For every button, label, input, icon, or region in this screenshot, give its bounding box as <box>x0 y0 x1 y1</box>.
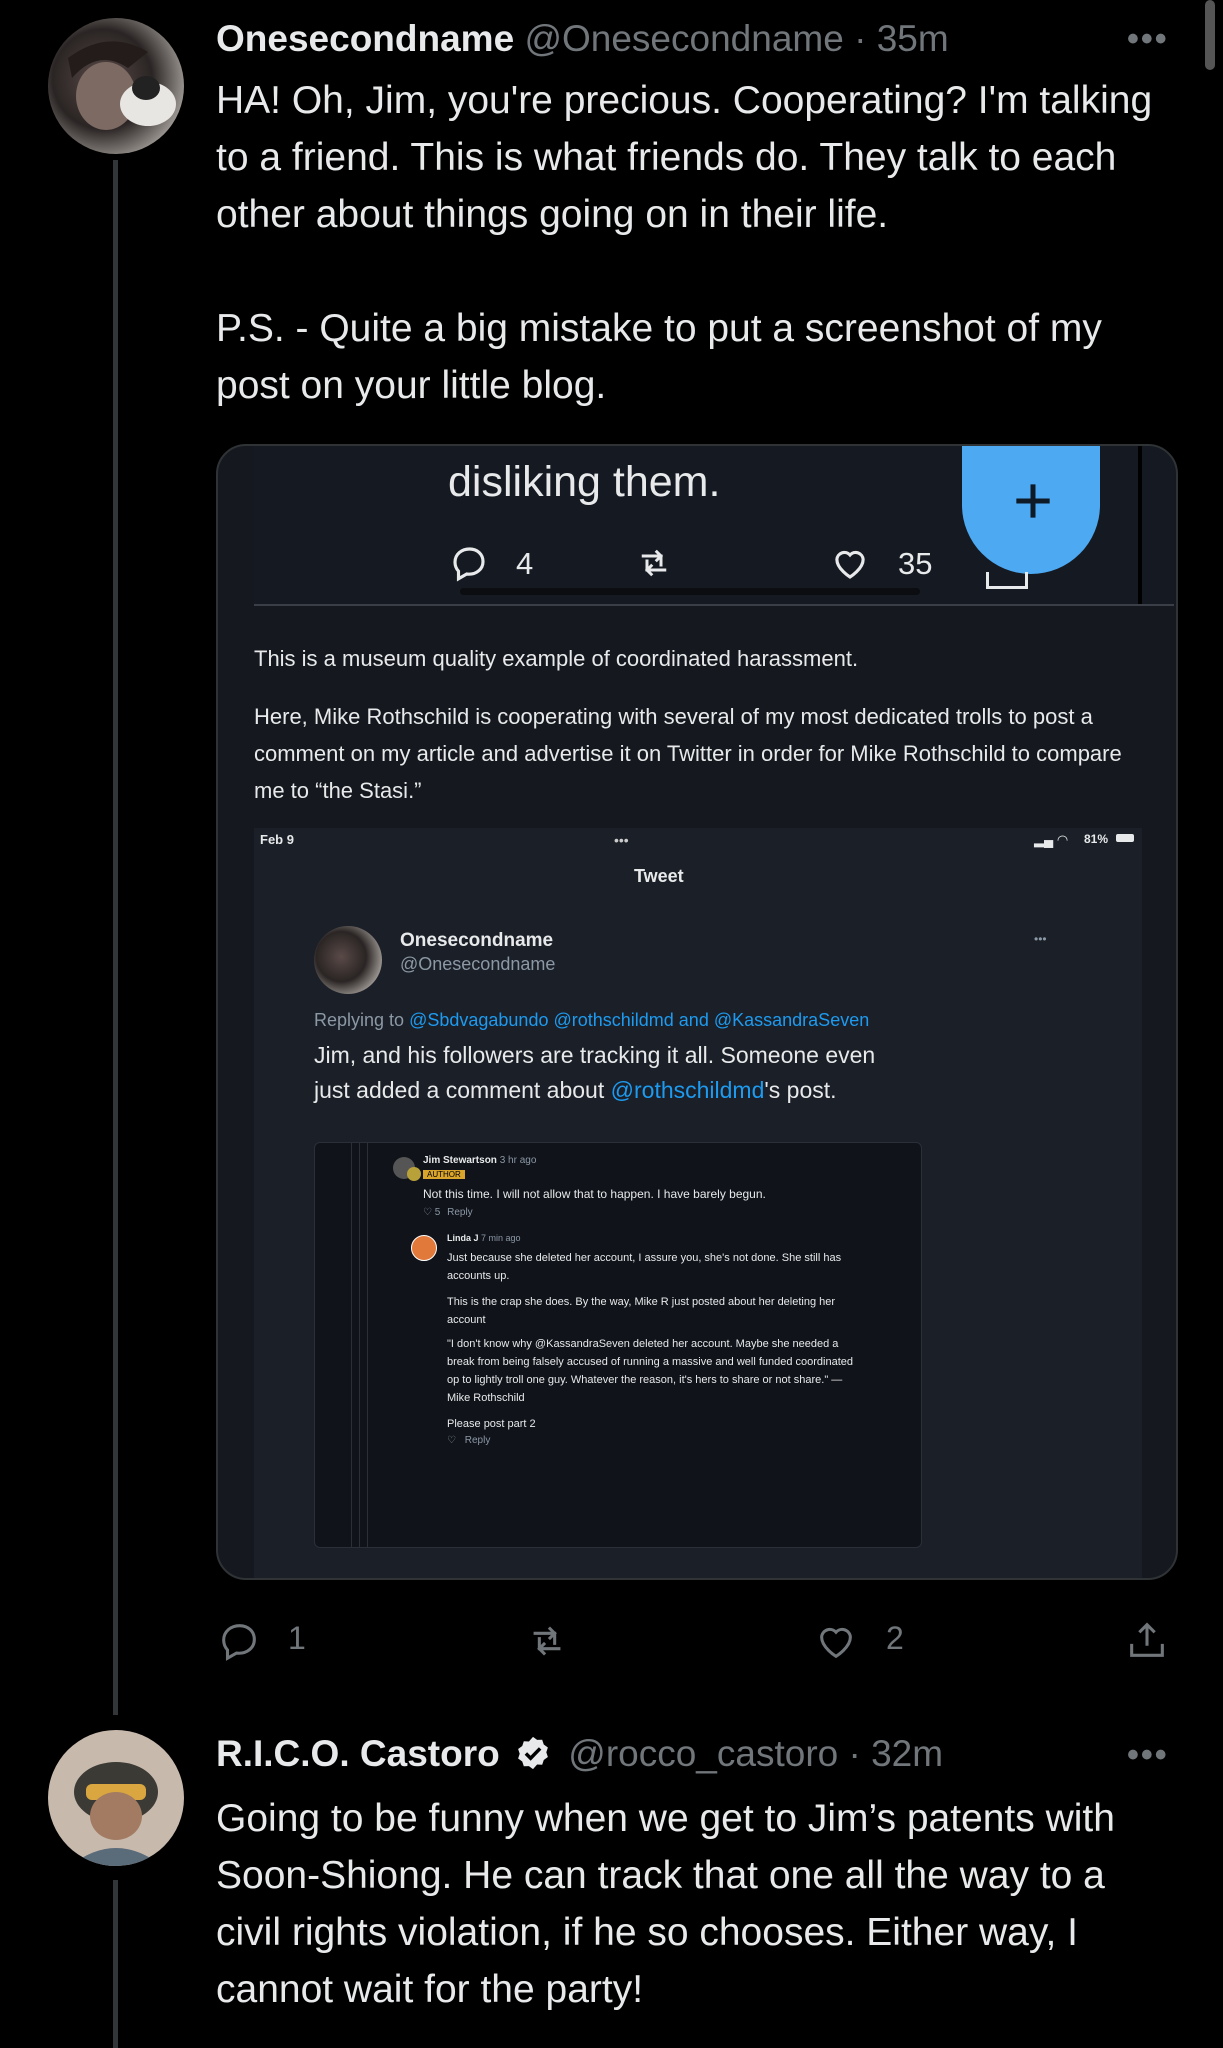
comment-actions: ♡ Reply <box>447 1435 490 1446</box>
like-count: 2 <box>886 1620 904 1656</box>
comment-text: "I don't know why @KassandraSeven delete… <box>447 1338 854 1404</box>
battery-percent: 81% <box>1084 832 1109 846</box>
display-name[interactable]: Onesecondname <box>216 18 514 59</box>
reply-count: 4 <box>516 546 534 581</box>
share-icon-partial <box>986 572 1028 589</box>
reply-link: Reply <box>464 1435 491 1446</box>
phone-screenshot: Feb 9 ••• ▂▄ ◠ 81% Tweet Onesecondname @… <box>254 828 1142 1578</box>
tweet-text: Jim, and his followers are tracking it a… <box>314 1038 914 1108</box>
battery-icon <box>1116 834 1134 842</box>
more-options-icon[interactable]: ••• <box>1127 20 1169 59</box>
embedded-top-text: disliking them. <box>448 458 721 506</box>
blog-paragraph: Here, Mike Rothschild is cooperating wit… <box>254 704 1122 803</box>
verified-badge-icon <box>518 1736 548 1770</box>
attached-image[interactable]: disliking them. 4 35 This is a museum qu… <box>216 444 1178 1580</box>
replying-label: Replying to <box>314 1010 405 1030</box>
divider <box>1138 446 1142 604</box>
avatar-image <box>68 41 176 130</box>
more-options-icon[interactable]: ••• <box>1127 1736 1169 1775</box>
reply-link: Reply <box>447 1207 473 1218</box>
comment-thread-line <box>359 1143 360 1547</box>
more-options-icon: ••• <box>1034 932 1047 946</box>
tweet-text: HA! Oh, Jim, you're precious. Cooperatin… <box>216 79 1153 407</box>
comment-time: 3 hr ago <box>499 1155 537 1166</box>
retweet-icon[interactable] <box>522 1618 572 1664</box>
avatar-image <box>70 1762 162 1866</box>
comment-likes: 5 <box>434 1207 441 1218</box>
status-dots: ••• <box>614 832 629 848</box>
comment-text: Not this time. I will not allow that to … <box>423 1187 766 1201</box>
avatar[interactable] <box>48 18 184 154</box>
reply-icon[interactable] <box>216 1618 262 1664</box>
share-icon[interactable] <box>1124 1616 1170 1664</box>
author-badge: AUTHOR <box>423 1170 465 1179</box>
avatar[interactable] <box>48 1730 184 1866</box>
reply-icon <box>453 547 485 582</box>
comment-time: 7 min ago <box>481 1233 521 1243</box>
heart-icon <box>835 550 865 579</box>
handle[interactable]: @rocco_castoro <box>568 1733 838 1774</box>
comment-text: This is the crap she does. By the way, M… <box>447 1296 836 1326</box>
handle[interactable]: @Onesecondname <box>524 18 843 59</box>
comment-text: Just because she deleted her account, I … <box>447 1252 842 1282</box>
display-name: Onesecondname <box>400 930 554 951</box>
blog-paragraph: This is a museum quality example of coor… <box>254 646 859 671</box>
timestamp[interactable]: · 35m <box>854 18 949 59</box>
like-count: 35 <box>898 546 933 581</box>
comment-author: Jim Stewartson 3 hr ago <box>423 1155 536 1166</box>
body-post: 's post. <box>764 1077 837 1103</box>
avatar <box>314 926 382 994</box>
page-header-title: Tweet <box>634 866 684 886</box>
retweet-icon <box>641 549 667 577</box>
comment-name: Jim Stewartson <box>423 1155 497 1166</box>
avatar-badge <box>407 1167 421 1181</box>
wifi-icon: ▂▄ ◠ <box>1034 832 1069 847</box>
status-date: Feb 9 <box>260 832 294 847</box>
heart-icon: ♡ <box>447 1435 456 1446</box>
thread-line <box>113 1880 118 2048</box>
replying-last: @KassandraSeven <box>713 1010 870 1030</box>
comments-box: Jim Stewartson 3 hr ago AUTHOR Not this … <box>314 1142 922 1548</box>
replying-handles: @Sbdvagabundo @rothschildmd <box>409 1010 674 1030</box>
replying-to: Replying to @Sbdvagabundo @rothschildmd … <box>314 1010 869 1031</box>
scrollbar[interactable] <box>1205 0 1215 70</box>
comment-text: Please post part 2 <box>447 1418 536 1430</box>
comment-thread-line <box>351 1143 352 1547</box>
comment-actions: ♡ 5 Reply <box>423 1207 473 1218</box>
reply-count: 1 <box>288 1620 306 1656</box>
home-indicator <box>460 588 920 595</box>
tweet-text: Going to be funny when we get to Jim’s p… <box>216 1797 1126 2011</box>
comment-author: Linda J 7 min ago <box>447 1233 521 1243</box>
comment-thread-line <box>367 1143 368 1547</box>
display-name[interactable]: R.I.C.O. Castoro <box>216 1733 500 1774</box>
comment-name: Linda J <box>447 1233 479 1243</box>
mention: @rothschildmd <box>610 1077 765 1103</box>
replying-and: and <box>678 1010 709 1030</box>
timestamp[interactable]: · 32m <box>849 1733 944 1774</box>
heart-icon[interactable] <box>812 1618 860 1664</box>
avatar <box>411 1235 437 1261</box>
handle: @Onesecondname <box>400 954 556 974</box>
heart-icon: ♡ <box>423 1207 432 1218</box>
thread-line <box>113 160 118 1715</box>
plus-icon <box>1016 484 1050 518</box>
